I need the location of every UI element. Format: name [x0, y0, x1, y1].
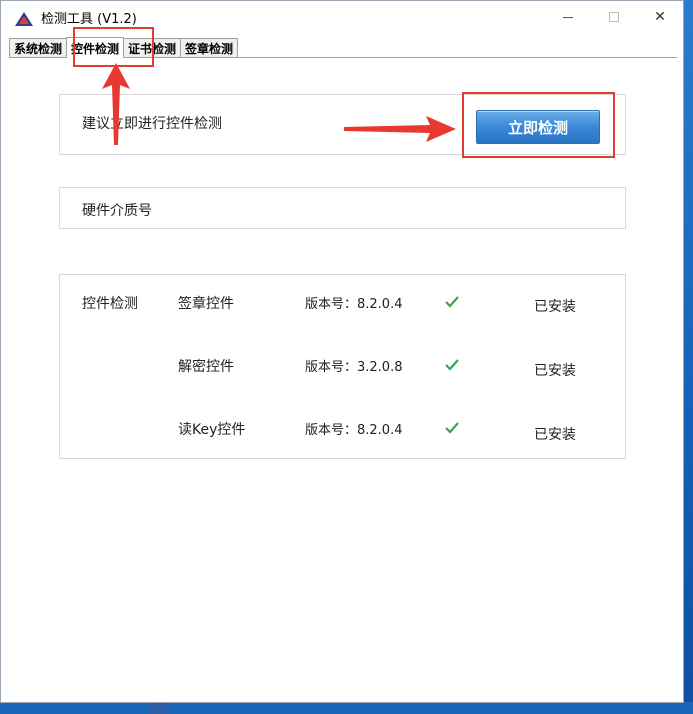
control-name: 解密控件 — [178, 359, 234, 375]
control-version: 版本号：3.2.0.8 — [305, 360, 403, 375]
red-arrow-right-icon — [344, 116, 456, 146]
minimize-icon — [563, 16, 573, 18]
close-icon: ✕ — [654, 9, 666, 25]
control-row: 解密控件 版本号：3.2.0.8 已安装 — [60, 356, 625, 380]
control-row: 读Key控件 版本号：8.2.0.4 已安装 — [60, 419, 625, 443]
check-icon — [444, 357, 460, 376]
hardware-serial-panel: 硬件介质号 — [59, 187, 626, 229]
close-button[interactable]: ✕ — [637, 1, 683, 33]
red-arrow-up-icon — [101, 63, 131, 149]
control-version: 版本号：8.2.0.4 — [305, 297, 403, 312]
control-name: 读Key控件 — [178, 422, 246, 438]
triangle-logo-icon — [15, 11, 33, 30]
maximize-icon — [609, 12, 619, 22]
tab-system-check[interactable]: 系统检测 — [9, 38, 68, 57]
annotation-highlight-button — [462, 92, 615, 158]
window-title: 检测工具 (V1.2) — [41, 12, 137, 27]
control-status: 已安装 — [534, 427, 576, 443]
control-status: 已安装 — [534, 299, 576, 315]
taskbar-icon[interactable] — [150, 703, 168, 714]
maximize-button[interactable] — [591, 1, 637, 33]
tab-signature-check[interactable]: 签章检测 — [180, 38, 239, 57]
minimize-button[interactable] — [545, 1, 591, 33]
check-icon — [444, 294, 460, 313]
desktop-background-bottom — [0, 702, 693, 714]
controls-panel: 控件检测 签章控件 版本号：8.2.0.4 已安装 解密控件 版本号：3.2.0… — [59, 274, 626, 459]
check-icon — [444, 420, 460, 439]
control-row: 签章控件 版本号：8.2.0.4 已安装 — [60, 293, 625, 317]
hardware-serial-label: 硬件介质号 — [82, 203, 152, 219]
control-name: 签章控件 — [178, 296, 234, 312]
control-status: 已安装 — [534, 363, 576, 379]
desktop-background — [683, 0, 693, 714]
control-version: 版本号：8.2.0.4 — [305, 423, 403, 438]
app-window: 检测工具 (V1.2) ✕ 系统检测 控件检测 证书检测 签章检测 建议立即进行… — [0, 0, 684, 703]
annotation-highlight-tab — [73, 27, 154, 67]
